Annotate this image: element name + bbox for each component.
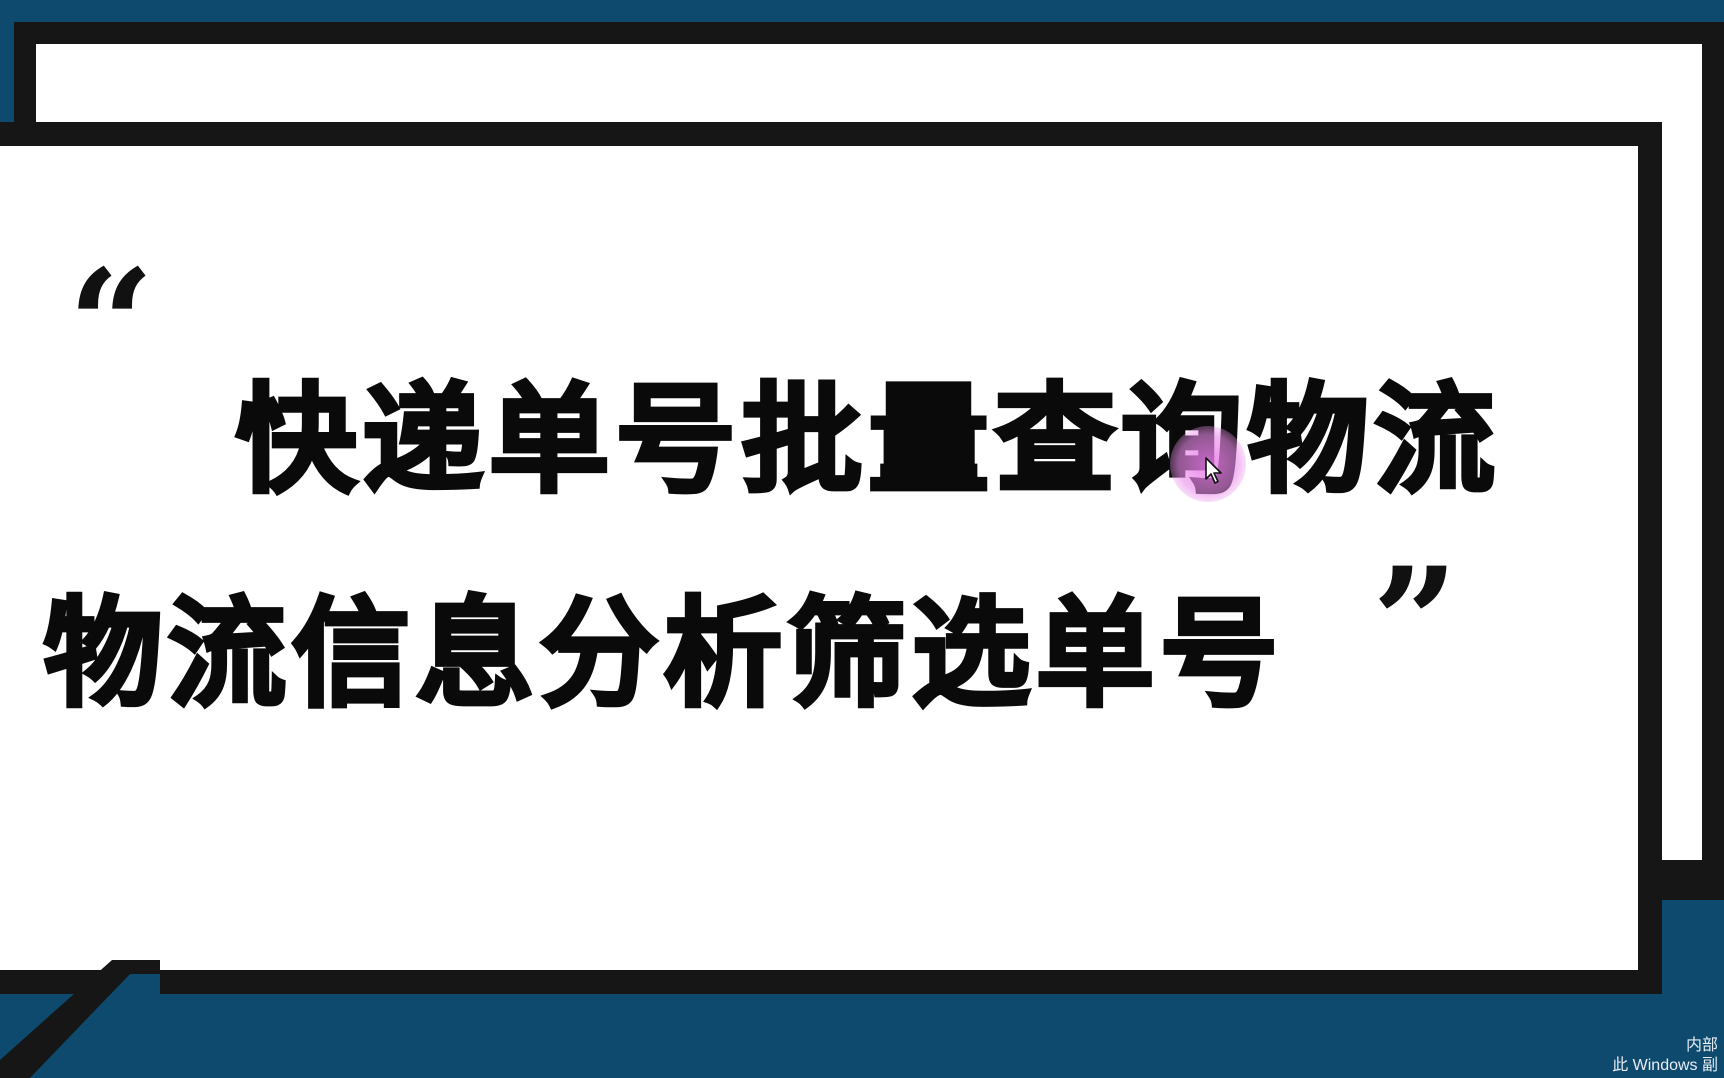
back-frame-strip bbox=[1662, 870, 1724, 900]
watermark-line-1: 内部 bbox=[1685, 1037, 1718, 1054]
slide-title-line-2: 物流信息分析筛选单号 bbox=[42, 583, 1285, 725]
watermark-line-2: 此 Windows 副 bbox=[1612, 1057, 1718, 1074]
bottom-left-diagonal-cut bbox=[0, 960, 160, 1078]
cursor-arrow-icon bbox=[1205, 457, 1222, 484]
open-quote-mark: “ bbox=[68, 237, 155, 413]
windows-activation-watermark: 内部 此 Windows 副 bbox=[1612, 1036, 1718, 1076]
close-quote-mark: ” bbox=[1372, 535, 1459, 711]
slide-title-line-1: 快递单号批量查询物流 bbox=[234, 369, 1501, 511]
